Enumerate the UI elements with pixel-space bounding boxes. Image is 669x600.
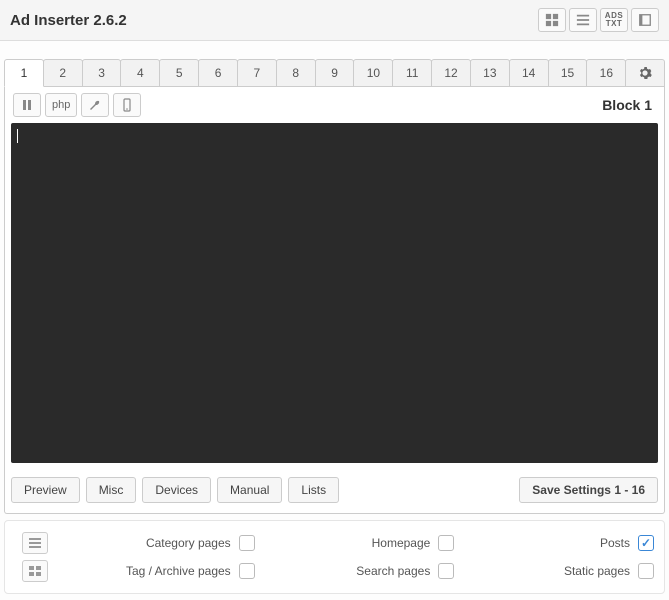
tab-block-13[interactable]: 13 — [470, 59, 510, 87]
tab-settings[interactable] — [625, 59, 665, 87]
option-posts: Posts — [454, 535, 654, 551]
tab-block-16[interactable]: 16 — [586, 59, 626, 87]
option-label: Static pages — [564, 564, 630, 578]
option-label: Posts — [600, 536, 630, 550]
action-buttons-left: Preview Misc Devices Manual Lists — [11, 477, 339, 503]
devices-button[interactable]: Devices — [142, 477, 211, 503]
tools-button[interactable] — [81, 93, 109, 117]
option-static-pages: Static pages — [454, 563, 654, 579]
tab-block-14[interactable]: 14 — [509, 59, 549, 87]
page-type-options: Category pages Homepage Posts Tag / Arch… — [4, 520, 665, 594]
action-buttons-row: Preview Misc Devices Manual Lists Save S… — [5, 469, 664, 513]
grid-view-icon[interactable] — [538, 8, 566, 32]
tab-block-12[interactable]: 12 — [431, 59, 471, 87]
checkbox-posts[interactable] — [638, 535, 654, 551]
pause-button[interactable] — [13, 93, 41, 117]
option-label: Category pages — [146, 536, 231, 550]
code-editor[interactable] — [11, 123, 658, 463]
option-category-pages: Category pages — [55, 535, 255, 551]
tab-block-5[interactable]: 5 — [159, 59, 199, 87]
php-button[interactable]: php — [45, 93, 77, 117]
checkbox-category-pages[interactable] — [239, 535, 255, 551]
gear-icon — [638, 66, 652, 80]
book-icon[interactable] — [631, 8, 659, 32]
options-row-1: Category pages Homepage Posts — [15, 529, 654, 557]
editor-cursor — [17, 129, 18, 143]
editor-toolbar: php Block 1 — [5, 87, 664, 123]
option-label: Homepage — [372, 536, 431, 550]
checkbox-homepage[interactable] — [438, 535, 454, 551]
checkbox-static-pages[interactable] — [638, 563, 654, 579]
header-icon-group: ADSTXT — [538, 8, 659, 32]
preview-button[interactable]: Preview — [11, 477, 80, 503]
block-label: Block 1 — [602, 97, 656, 113]
tab-block-4[interactable]: 4 — [120, 59, 160, 87]
device-button[interactable] — [113, 93, 141, 117]
tab-block-10[interactable]: 10 — [353, 59, 393, 87]
option-search-pages: Search pages — [255, 563, 455, 579]
tab-block-3[interactable]: 3 — [82, 59, 122, 87]
manual-button[interactable]: Manual — [217, 477, 282, 503]
ads-txt-icon[interactable]: ADSTXT — [600, 8, 628, 32]
option-tag-archive-pages: Tag / Archive pages — [55, 563, 255, 579]
option-label: Tag / Archive pages — [126, 564, 231, 578]
tab-block-8[interactable]: 8 — [276, 59, 316, 87]
tab-block-1[interactable]: 1 — [4, 59, 44, 87]
option-homepage: Homepage — [255, 535, 455, 551]
save-settings-button[interactable]: Save Settings 1 - 16 — [519, 477, 658, 503]
block-tabs: 12345678910111213141516 — [4, 59, 665, 87]
tab-block-7[interactable]: 7 — [237, 59, 277, 87]
tab-block-6[interactable]: 6 — [198, 59, 238, 87]
tab-block-11[interactable]: 11 — [392, 59, 432, 87]
checkbox-tag-archive-pages[interactable] — [239, 563, 255, 579]
page-title: Ad Inserter 2.6.2 — [10, 12, 127, 29]
tab-block-9[interactable]: 9 — [315, 59, 355, 87]
misc-button[interactable]: Misc — [86, 477, 137, 503]
block-panel: php Block 1 Preview Misc Devices Manual … — [4, 87, 665, 514]
tab-block-2[interactable]: 2 — [43, 59, 83, 87]
list-view-icon[interactable] — [569, 8, 597, 32]
header: Ad Inserter 2.6.2 ADSTXT — [0, 0, 669, 41]
tab-block-15[interactable]: 15 — [548, 59, 588, 87]
toolbar-left: php — [13, 93, 141, 117]
options-row-2: Tag / Archive pages Search pages Static … — [15, 557, 654, 585]
option-label: Search pages — [356, 564, 430, 578]
layout-grid-icon[interactable] — [22, 560, 48, 582]
layout-list-icon[interactable] — [22, 532, 48, 554]
lists-button[interactable]: Lists — [288, 477, 339, 503]
checkbox-search-pages[interactable] — [438, 563, 454, 579]
